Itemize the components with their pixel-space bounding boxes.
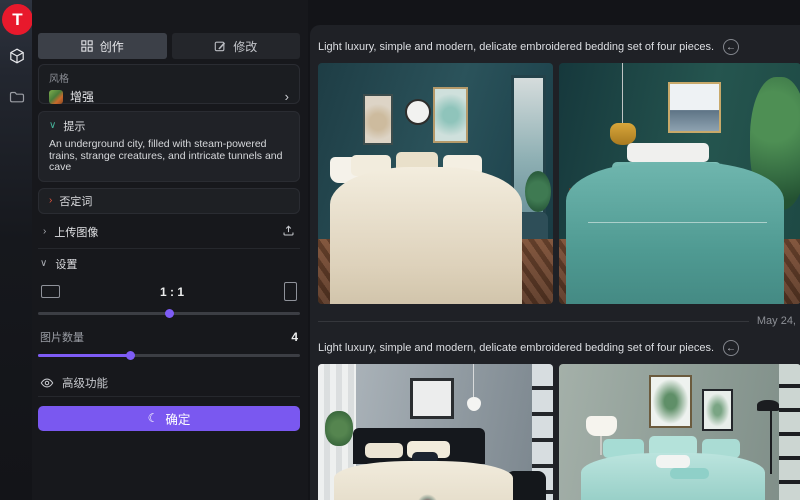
eye-icon <box>40 376 54 390</box>
reuse-prompt-button[interactable]: ← <box>723 340 739 356</box>
upload-image-section[interactable]: › 上传图像 <box>38 221 300 243</box>
landscape-ratio-icon[interactable] <box>41 285 60 298</box>
reuse-prompt-button[interactable]: ← <box>723 39 739 55</box>
plant <box>525 171 551 212</box>
generated-image-3[interactable] <box>318 364 553 500</box>
divider <box>38 396 300 397</box>
cube-icon[interactable] <box>8 47 25 64</box>
tab-modify-label: 修改 <box>233 38 257 55</box>
style-thumbnail <box>49 90 63 104</box>
grid-icon <box>81 40 93 52</box>
table-lamp <box>586 416 617 436</box>
moon-icon: ☾ <box>148 411 159 425</box>
date-divider: May 24, <box>318 314 800 328</box>
upload-icon[interactable] <box>282 224 295 240</box>
generation-prompt-text: Light luxury, simple and modern, delicat… <box>318 342 714 354</box>
confirm-button[interactable]: ☾ 确定 <box>38 406 300 431</box>
wall-clock <box>405 99 431 125</box>
tab-create-label: 创作 <box>100 38 124 55</box>
negative-words-label: 否定词 <box>59 193 92 209</box>
chevron-right-icon: › <box>43 227 46 237</box>
chevron-down-icon: ∨ <box>49 121 56 131</box>
mode-tabs: 创作 修改 <box>38 33 300 59</box>
generated-image-4[interactable] <box>559 364 800 500</box>
image-row <box>318 63 800 304</box>
advanced-features-toggle[interactable]: 高级功能 <box>38 375 300 391</box>
plant <box>325 411 353 446</box>
date-label: May 24, <box>757 315 796 327</box>
image-count-slider[interactable] <box>38 351 300 360</box>
cream-bedding <box>330 167 523 304</box>
advanced-features-label: 高级功能 <box>62 375 108 391</box>
chevron-right-icon: › <box>49 196 52 206</box>
chevron-down-icon: ∨ <box>40 259 47 269</box>
control-sidebar: 创作 修改 风格 增强 › ∨ 提示 An underg <box>32 0 308 500</box>
pendant-lamp <box>610 123 637 145</box>
slider-fill <box>38 354 130 357</box>
teal-bedding <box>566 162 784 304</box>
aspect-ratio-slider-thumb[interactable] <box>165 309 174 318</box>
divider <box>318 321 749 322</box>
generation-group-header: Light luxury, simple and modern, delicat… <box>318 39 800 55</box>
left-rail: T <box>0 0 32 500</box>
image-count-row: 图片数量 4 <box>38 329 300 345</box>
tab-modify[interactable]: 修改 <box>172 33 301 59</box>
wall-art <box>363 94 394 145</box>
settings-label: 设置 <box>55 256 77 272</box>
tab-create[interactable]: 创作 <box>38 33 167 59</box>
floor-lamp <box>770 405 772 474</box>
confirm-button-label: 确定 <box>165 409 190 428</box>
generated-image-1[interactable] <box>318 63 553 304</box>
wall-art <box>668 82 721 133</box>
wall-art <box>702 389 733 431</box>
prompt-label: 提示 <box>63 118 85 134</box>
aspect-ratio-slider[interactable] <box>38 309 300 318</box>
generated-image-2[interactable] <box>559 63 800 304</box>
app-logo[interactable]: T <box>2 4 33 35</box>
edit-icon <box>214 40 226 52</box>
image-count-slider-thumb[interactable] <box>126 351 135 360</box>
arrow-left-icon: ← <box>726 42 736 53</box>
wall-art <box>433 87 468 142</box>
app-window: T 创作 <box>0 0 800 500</box>
portrait-ratio-icon[interactable] <box>284 282 297 301</box>
image-count-label: 图片数量 <box>40 329 84 345</box>
upload-image-label: 上传图像 <box>54 224 98 240</box>
bedroom-window <box>779 364 800 500</box>
divider <box>38 248 300 249</box>
image-count-value: 4 <box>291 330 298 344</box>
prompt-section: ∨ 提示 An underground city, filled with st… <box>38 111 300 182</box>
generation-feed: Light luxury, simple and modern, delicat… <box>310 25 800 500</box>
arrow-left-icon: ← <box>726 343 736 354</box>
negative-words-section[interactable]: › 否定词 <box>38 188 300 214</box>
prompt-input[interactable]: An underground city, filled with steam-p… <box>49 139 289 174</box>
style-label: 风格 <box>49 70 289 85</box>
generation-prompt-text: Light luxury, simple and modern, delicat… <box>318 41 714 53</box>
folder-icon[interactable] <box>8 88 25 105</box>
wall-art <box>649 375 693 428</box>
prompt-header[interactable]: ∨ 提示 <box>49 118 289 134</box>
style-section[interactable]: 风格 增强 › <box>38 64 300 104</box>
chevron-right-icon: › <box>285 90 289 103</box>
embroidery-motif <box>417 494 438 500</box>
style-value: 增强 <box>70 88 94 105</box>
aspect-ratio-value: 1 : 1 <box>60 285 284 299</box>
image-row <box>318 364 800 500</box>
generation-group-header: Light luxury, simple and modern, delicat… <box>318 340 800 356</box>
aspect-ratio-row: 1 : 1 <box>38 281 300 303</box>
wall-art <box>410 378 455 419</box>
settings-header[interactable]: ∨ 设置 <box>38 256 300 272</box>
